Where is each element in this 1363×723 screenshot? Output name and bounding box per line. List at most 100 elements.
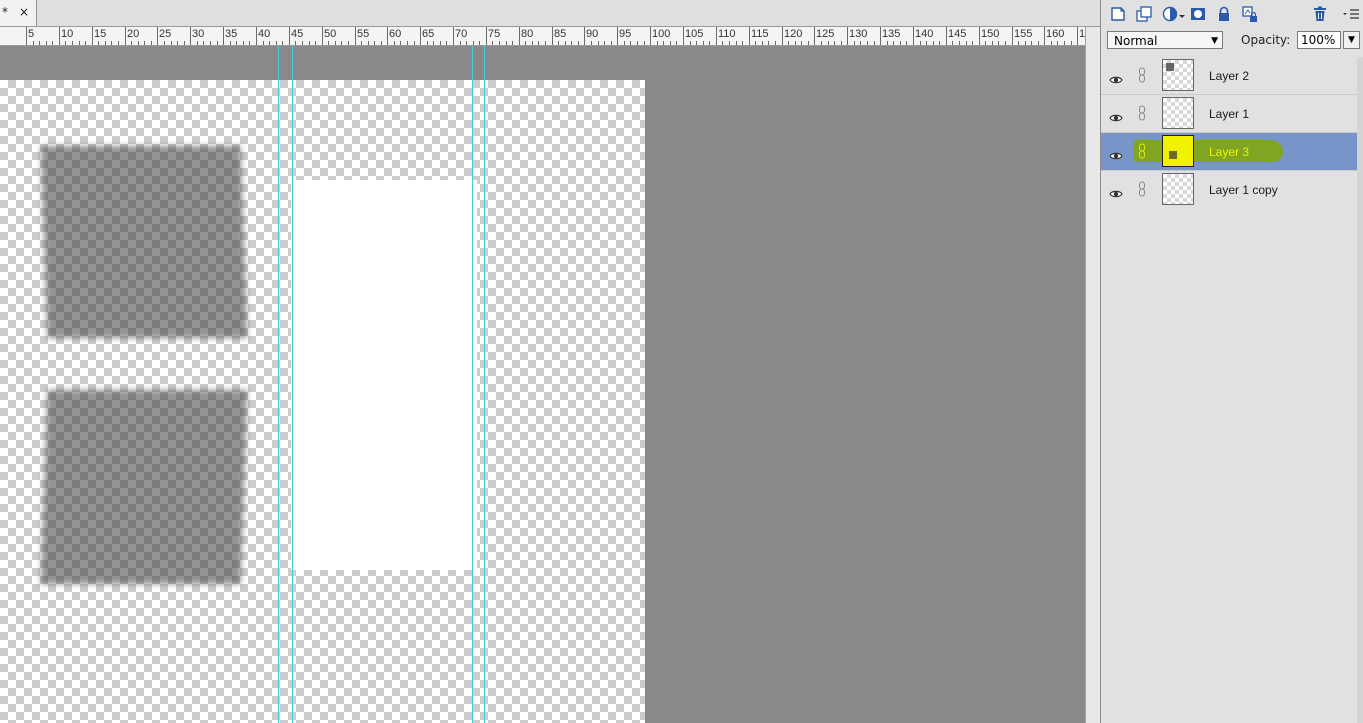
ruler-minor-tick xyxy=(309,41,310,45)
guide-line[interactable] xyxy=(278,46,279,723)
link-chain-icon[interactable] xyxy=(1138,143,1146,159)
visibility-eye-icon[interactable] xyxy=(1109,70,1123,84)
ruler-minor-tick xyxy=(985,41,986,45)
adjustment-layer-icon[interactable] xyxy=(1161,5,1185,23)
ruler-major-tick xyxy=(979,27,980,45)
ruler-minor-tick xyxy=(85,41,86,45)
ruler-minor-tick xyxy=(466,41,467,45)
ruler-minor-tick xyxy=(295,41,296,45)
canvas[interactable] xyxy=(0,80,645,723)
layer-thumbnail xyxy=(1162,135,1194,167)
layers-toolbar xyxy=(1101,0,1363,28)
shadow-square-bottom xyxy=(40,390,248,584)
ruler-minor-tick xyxy=(269,41,270,45)
ruler-minor-tick xyxy=(1025,41,1026,45)
ruler-minor-tick xyxy=(446,41,447,45)
white-rectangle xyxy=(291,180,477,570)
opacity-input[interactable]: 100% xyxy=(1297,31,1341,49)
ruler-major-tick xyxy=(814,27,815,45)
layer-row[interactable]: Layer 1 xyxy=(1101,95,1357,133)
ruler-minor-tick xyxy=(203,41,204,45)
ruler-minor-tick xyxy=(46,41,47,45)
panel-scrollbar[interactable] xyxy=(1357,57,1363,723)
document-tab[interactable]: * × xyxy=(0,0,37,26)
ruler-major-tick xyxy=(1044,27,1045,45)
ruler-minor-tick xyxy=(236,41,237,45)
ruler-minor-tick xyxy=(775,41,776,45)
layers-list: Layer 2 Layer 1 Layer 3 Layer 1 copy xyxy=(1101,57,1357,208)
layer-row[interactable]: Layer 1 copy xyxy=(1101,171,1357,208)
ruler-minor-tick xyxy=(939,41,940,45)
ruler-minor-tick xyxy=(828,41,829,45)
ruler-major-tick xyxy=(782,27,783,45)
ruler-minor-tick xyxy=(867,41,868,45)
ruler-minor-tick xyxy=(400,41,401,45)
new-layer-icon[interactable] xyxy=(1109,5,1127,23)
ruler-label: 80 xyxy=(521,28,534,40)
blend-mode-select[interactable]: Normal ▼ xyxy=(1107,31,1223,49)
ruler-minor-tick xyxy=(492,41,493,45)
ruler-label: 95 xyxy=(619,28,632,40)
layer-thumbnail xyxy=(1162,173,1194,205)
visibility-eye-icon[interactable] xyxy=(1109,108,1123,122)
guide-line[interactable] xyxy=(472,46,473,723)
ruler-minor-tick xyxy=(893,41,894,45)
guide-line[interactable] xyxy=(484,46,485,723)
chevron-down-icon: ▼ xyxy=(1211,36,1218,46)
ruler-minor-tick xyxy=(381,41,382,45)
ruler-minor-tick xyxy=(499,41,500,45)
ruler-minor-tick xyxy=(821,41,822,45)
ruler-major-tick xyxy=(190,27,191,45)
layer-row-selected[interactable]: Layer 3 xyxy=(1101,133,1357,171)
ruler-label: 50 xyxy=(324,28,337,40)
ruler-major-tick xyxy=(92,27,93,45)
visibility-eye-icon[interactable] xyxy=(1109,184,1123,198)
visibility-eye-icon[interactable] xyxy=(1109,146,1123,160)
layers-panel: Normal ▼ Opacity: 100% ▼ Layer 2 Layer 1… xyxy=(1100,0,1363,723)
layer-mask-icon[interactable] xyxy=(1189,5,1207,23)
ruler-label: 30 xyxy=(192,28,205,40)
ruler-minor-tick xyxy=(414,41,415,45)
ruler-minor-tick xyxy=(433,41,434,45)
lock-icon[interactable] xyxy=(1215,5,1233,23)
ruler-minor-tick xyxy=(933,41,934,45)
link-chain-icon[interactable] xyxy=(1138,67,1146,83)
layer-row[interactable]: Layer 2 xyxy=(1101,57,1357,95)
ruler-minor-tick xyxy=(998,41,999,45)
opacity-dropdown-button[interactable]: ▼ xyxy=(1343,31,1360,49)
ruler-minor-tick xyxy=(657,41,658,45)
link-chain-icon[interactable] xyxy=(1138,181,1146,197)
ruler-minor-tick xyxy=(604,41,605,45)
panel-menu-icon[interactable] xyxy=(1341,5,1361,23)
ruler-major-tick xyxy=(584,27,585,45)
trash-icon[interactable] xyxy=(1311,5,1329,23)
ruler-label: 125 xyxy=(816,28,835,40)
ruler-minor-tick xyxy=(788,41,789,45)
ruler-label: 55 xyxy=(357,28,370,40)
ruler-minor-tick xyxy=(368,41,369,45)
close-icon[interactable]: × xyxy=(19,0,29,24)
ruler-label: 25 xyxy=(159,28,172,40)
ruler-minor-tick xyxy=(920,41,921,45)
guide-line[interactable] xyxy=(292,46,293,723)
lock-all-icon[interactable] xyxy=(1241,5,1259,23)
ruler-minor-tick xyxy=(676,41,677,45)
ruler-minor-tick xyxy=(263,41,264,45)
ruler-label: 140 xyxy=(915,28,934,40)
ruler-minor-tick xyxy=(696,41,697,45)
ruler-label: 135 xyxy=(882,28,901,40)
ruler-minor-tick xyxy=(1031,41,1032,45)
ruler-label: 160 xyxy=(1046,28,1065,40)
ruler-major-tick xyxy=(486,27,487,45)
ruler-minor-tick xyxy=(637,41,638,45)
ruler-minor-tick xyxy=(591,41,592,45)
new-group-icon[interactable] xyxy=(1135,5,1153,23)
ruler-minor-tick xyxy=(440,41,441,45)
ruler-minor-tick xyxy=(460,41,461,45)
link-chain-icon[interactable] xyxy=(1138,105,1146,121)
vertical-scrollbar[interactable] xyxy=(1085,27,1101,723)
ruler-minor-tick xyxy=(1071,41,1072,45)
ruler-major-tick xyxy=(289,27,290,45)
workspace[interactable] xyxy=(0,46,1085,723)
ruler-minor-tick xyxy=(709,41,710,45)
